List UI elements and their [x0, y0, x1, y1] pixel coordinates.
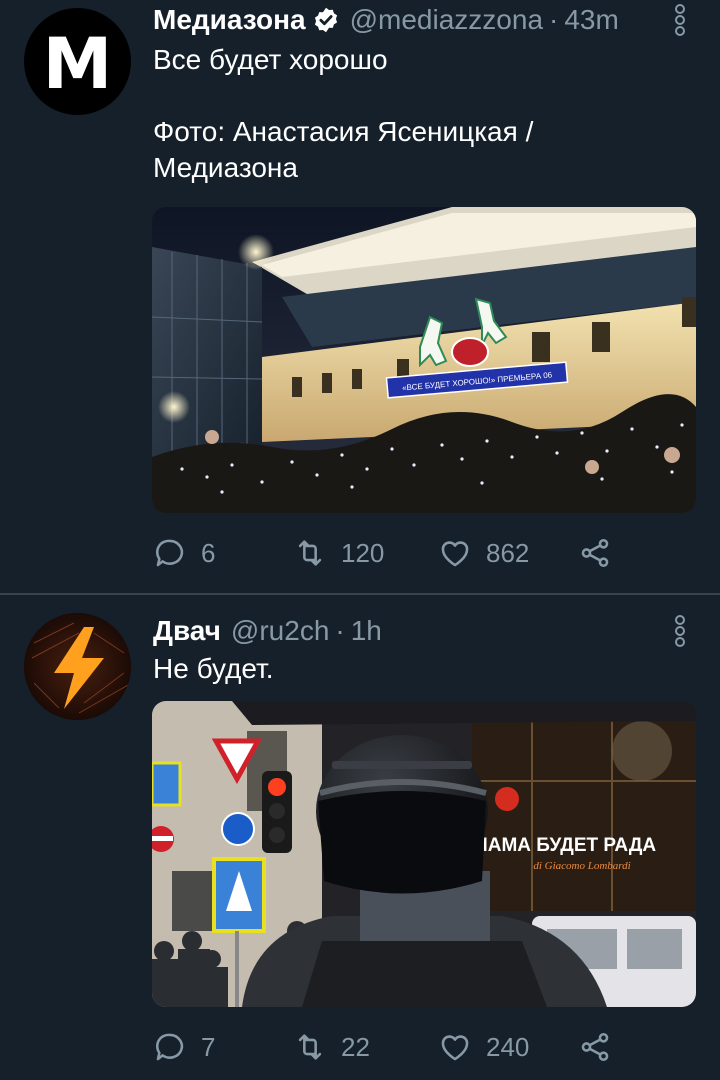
retweet-icon	[298, 540, 322, 566]
reply-button[interactable]: 6	[153, 533, 215, 573]
more-icon[interactable]	[668, 0, 692, 40]
like-count: 862	[486, 537, 530, 568]
like-count: 240	[486, 1031, 530, 1062]
tweet[interactable]: Двач @ru2ch · 1h Не будет. МАМА БУДЕТ РА…	[0, 595, 720, 1080]
author-handle[interactable]: @mediazzzona	[350, 4, 543, 36]
timestamp[interactable]: 43m	[564, 4, 618, 36]
separator: ·	[335, 615, 345, 646]
share-icon	[581, 1032, 609, 1062]
reply-icon	[156, 1033, 184, 1061]
like-icon	[441, 1035, 469, 1061]
avatar[interactable]: M	[24, 8, 131, 115]
reply-count: 6	[201, 537, 216, 568]
like-button[interactable]: 862	[438, 533, 529, 573]
reply-button[interactable]: 7	[153, 1027, 215, 1067]
tweet-header: Двач @ru2ch · 1h	[153, 611, 382, 651]
tweet-text: Не будет.	[153, 653, 274, 684]
riot-police-photo: МАМА БУДЕТ РАДА di Giacomo Lombardi	[152, 701, 696, 1007]
reply-icon	[156, 539, 184, 567]
reply-count: 7	[201, 1031, 216, 1062]
author-name[interactable]: Медиазона	[153, 4, 306, 36]
tweet[interactable]: M Медиазона @mediazzzona · 43m Все будет…	[0, 0, 720, 593]
timestamp[interactable]: 1h	[351, 615, 382, 647]
share-button[interactable]	[578, 1027, 612, 1067]
circus-crowd-photo: «ВСЕ БУДЕТ ХОРОШО!» ПРЕМЬЕРА 06	[152, 207, 696, 513]
separator: ·	[549, 4, 559, 35]
verified-badge-icon	[314, 7, 337, 33]
avatar-letter: M	[42, 22, 113, 105]
tweet-photo[interactable]: «ВСЕ БУДЕТ ХОРОШО!» ПРЕМЬЕРА 06	[152, 207, 696, 513]
like-icon	[441, 541, 469, 567]
more-icon[interactable]	[668, 611, 692, 651]
avatar[interactable]	[24, 613, 131, 720]
sign-text: МАМА БУДЕТ РАДА	[472, 835, 656, 856]
tweet-photo[interactable]: МАМА БУДЕТ РАДА di Giacomo Lombardi	[152, 701, 696, 1007]
retweet-icon	[298, 1034, 322, 1060]
retweet-count: 22	[341, 1031, 370, 1062]
share-icon	[581, 538, 609, 568]
author-name[interactable]: Двач	[153, 615, 221, 647]
author-handle[interactable]: @ru2ch	[231, 615, 329, 647]
like-button[interactable]: 240	[438, 1027, 529, 1067]
tweet-text: Все будет хорошо Фото: Анастасия Ясеницк…	[153, 44, 534, 183]
retweet-count: 120	[341, 537, 385, 568]
tweet-header: Медиазона @mediazzzona · 43m	[153, 0, 619, 40]
retweet-button[interactable]: 22	[293, 1027, 370, 1067]
lightning-logo-icon	[24, 613, 131, 720]
retweet-button[interactable]: 120	[293, 533, 384, 573]
sign-script: di Giacomo Lombardi	[533, 860, 630, 872]
share-button[interactable]	[578, 533, 612, 573]
